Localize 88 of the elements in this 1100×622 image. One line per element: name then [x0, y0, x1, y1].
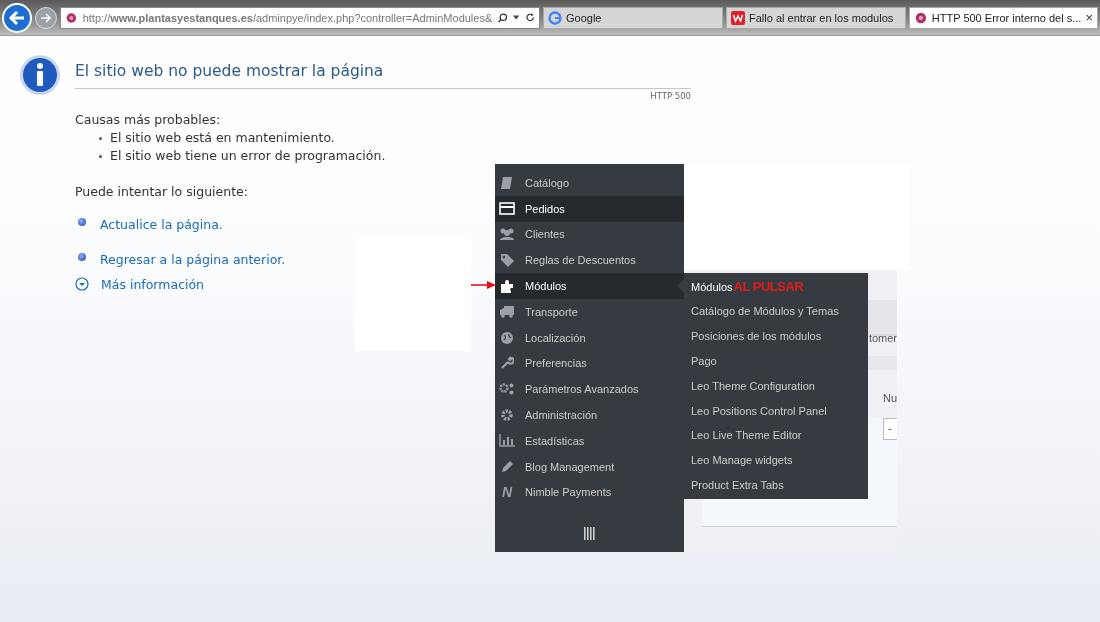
flower-favicon-icon	[914, 10, 928, 25]
sidebar-item[interactable]: Administración	[495, 402, 684, 428]
collapse-bars-icon[interactable]	[584, 527, 595, 540]
sidebar-label: Módulos	[525, 280, 567, 293]
forward-arrow-icon	[40, 11, 52, 24]
submenu-item[interactable]: Product Extra Tabs	[691, 478, 784, 491]
sidebar-item[interactable]: Reglas de Descuentos	[495, 247, 684, 274]
settings-icon	[500, 408, 514, 423]
users-icon	[499, 227, 515, 242]
sidebar-item[interactable]: Preferencias	[495, 350, 684, 377]
sidebar-item[interactable]: Pedidos	[495, 195, 684, 222]
sidebar-label: Localización	[525, 331, 586, 344]
puzzle-icon	[499, 279, 515, 294]
sidebar-item[interactable]: Parámetros Avanzados	[495, 376, 684, 403]
sidebar-item[interactable]: Blog Management	[495, 453, 684, 480]
action-link[interactable]: Regresar a la página anterior.	[100, 252, 286, 267]
tab-title: HTTP 500 Error interno del s...	[931, 11, 1082, 24]
forward-button[interactable]	[35, 6, 57, 29]
column-header: Nu	[882, 392, 897, 404]
error-code: HTTP 500	[649, 91, 691, 101]
tab-title: Fallo al entrar en los modulos	[749, 11, 895, 24]
browser-tab[interactable]: Fallo al entrar en los modulos	[726, 6, 906, 29]
book-icon	[500, 175, 514, 190]
submenu-item[interactable]: Leo Manage widgets	[691, 454, 793, 467]
pencil-icon	[500, 459, 514, 474]
address-bar[interactable]: http://www.plantasyestanques.es/adminpye/index.php?controller=AdminModules&	[60, 6, 540, 29]
sidebar-label: Catálogo	[525, 176, 570, 189]
close-tab-button[interactable]: ×	[1085, 10, 1093, 25]
w-logo-icon	[731, 10, 745, 25]
error-title: El sitio web no puede mostrar la página	[75, 62, 691, 89]
credit-card-icon	[499, 202, 515, 216]
sidebar-label: Preferencias	[525, 357, 587, 370]
sidebar-label: Blog Management	[525, 460, 615, 473]
search-icon[interactable]	[497, 10, 509, 25]
bar-chart-icon	[499, 434, 515, 448]
cause-text: El sitio web está en mantenimiento.	[110, 129, 335, 147]
browser-tab[interactable]: Google	[543, 6, 723, 29]
sidebar-item[interactable]: Localización	[495, 324, 684, 351]
url-text: http://www.plantasyestanques.es/adminpye/index.php?controller=AdminModules&	[82, 11, 493, 24]
sidebar-label: Administración	[525, 409, 598, 422]
sidebar-label: Estadísticas	[525, 434, 585, 447]
pointer-arrow-icon	[471, 280, 497, 291]
wrench-icon	[500, 356, 514, 371]
action-link[interactable]: Actualice la página.	[100, 217, 223, 232]
tab-title: Google	[566, 11, 603, 24]
sidebar-item[interactable]: Módulos	[495, 273, 684, 299]
info-icon	[19, 54, 61, 96]
submenu-item[interactable]: Leo Theme Configuration	[691, 379, 815, 392]
expand-chevron-icon[interactable]	[75, 277, 89, 291]
sidebar-label: Clientes	[525, 228, 565, 241]
sidebar-label: Reglas de Descuentos	[525, 254, 636, 267]
n-logo-icon: N	[501, 485, 513, 500]
caret-icon[interactable]	[513, 14, 520, 21]
bullet-icon	[78, 253, 86, 261]
submenu-item[interactable]: Leo Positions Control Panel	[691, 404, 827, 417]
suggestions-heading: Puede intentar lo siguiente:	[75, 183, 248, 201]
sidebar-item[interactable]: Transporte	[495, 299, 684, 325]
submenu-item[interactable]: Leo Live Theme Editor	[691, 429, 802, 442]
cause-text: El sitio web tiene un error de programación.	[110, 147, 386, 165]
back-button[interactable]	[2, 2, 32, 33]
action-link[interactable]: Más información	[101, 276, 205, 292]
sidebar-item[interactable]: Clientes	[495, 221, 684, 248]
truck-icon	[499, 305, 515, 319]
tag-icon	[499, 253, 515, 268]
select-field[interactable]: -	[883, 418, 897, 440]
bullet-icon	[99, 136, 102, 140]
column-label: tomer	[868, 332, 897, 344]
sidebar-item[interactable]: Estadísticas	[495, 427, 684, 454]
sidebar-label: Pedidos	[525, 202, 565, 215]
bullet-icon	[78, 218, 86, 226]
bullet-icon	[99, 154, 102, 158]
sidebar-item[interactable]: Catálogo	[495, 170, 684, 196]
submenu-item[interactable]: Módulos	[691, 280, 733, 293]
submenu-item[interactable]: Pago	[691, 354, 717, 367]
browser-tab[interactable]: HTTP 500 Error interno del s... ×	[909, 6, 1098, 29]
sidebar-item[interactable]: N Nimble Payments	[495, 479, 684, 506]
gears-icon	[499, 382, 515, 397]
causes-heading: Causas más probables:	[75, 111, 221, 129]
flower-favicon-icon	[65, 10, 78, 25]
g-logo-icon	[548, 10, 562, 25]
submenu-item[interactable]: Catálogo de Módulos y Temas	[691, 305, 839, 318]
refresh-icon[interactable]	[524, 11, 535, 24]
submenu-item[interactable]: Posiciones de los módulos	[691, 330, 822, 343]
annotation-text: AL PULSAR	[733, 279, 804, 295]
sidebar-label: Parámetros Avanzados	[525, 383, 639, 396]
sidebar-label: Transporte	[525, 305, 578, 318]
sidebar-label: Nimble Payments	[525, 486, 612, 499]
globe-icon	[500, 330, 514, 345]
